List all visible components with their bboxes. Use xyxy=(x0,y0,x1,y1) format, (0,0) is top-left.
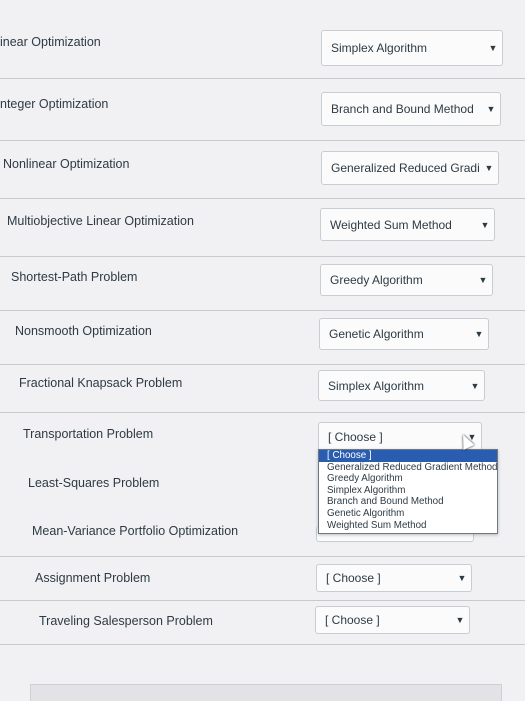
selected-value: [ Choose ] xyxy=(325,613,380,627)
prompt-label: Traveling Salesperson Problem xyxy=(39,614,213,628)
selected-value: Branch and Bound Method xyxy=(331,102,474,116)
chevron-down-icon: ▼ xyxy=(478,275,488,285)
chevron-down-icon: ▼ xyxy=(484,163,494,173)
prompt-label: inear Optimization xyxy=(0,35,101,49)
answer-select[interactable]: [ Choose ] ▼ xyxy=(315,606,470,634)
matching-question: inear Optimization Simplex Algorithm ▼ n… xyxy=(0,0,525,700)
chevron-down-icon: ▼ xyxy=(486,104,496,114)
prompt-label: Nonlinear Optimization xyxy=(3,157,130,171)
prompt-label: Least-Squares Problem xyxy=(28,476,160,490)
selected-value: [ Choose ] xyxy=(328,430,383,444)
answer-select[interactable]: Simplex Algorithm ▼ xyxy=(318,370,485,401)
match-row: nteger Optimization Branch and Bound Met… xyxy=(0,78,525,141)
chevron-down-icon: ▼ xyxy=(488,43,498,53)
prompt-label: Mean-Variance Portfolio Optimization xyxy=(32,524,239,538)
chevron-down-icon: ▼ xyxy=(457,573,467,583)
prompt-label: Transportation Problem xyxy=(23,427,154,441)
prompt-label: Shortest-Path Problem xyxy=(11,270,138,284)
prompt-label: nteger Optimization xyxy=(0,97,109,111)
bottom-panel xyxy=(30,684,502,701)
match-row: Traveling Salesperson Problem [ Choose ]… xyxy=(0,600,525,645)
prompt-label: Assignment Problem xyxy=(35,571,151,585)
dropdown-option[interactable]: Branch and Bound Method xyxy=(319,496,497,508)
match-row: Shortest-Path Problem Greedy Algorithm ▼ xyxy=(0,256,525,311)
match-row: Assignment Problem [ Choose ] ▼ xyxy=(0,556,525,601)
dropdown-option[interactable]: Generalized Reduced Gradient Method xyxy=(319,462,497,474)
match-row: Fractional Knapsack Problem Simplex Algo… xyxy=(0,364,525,413)
answer-select[interactable]: Genetic Algorithm ▼ xyxy=(319,318,489,350)
selected-value: Simplex Algorithm xyxy=(331,41,428,55)
dropdown-option[interactable]: Genetic Algorithm xyxy=(319,508,497,520)
dropdown-option[interactable]: [ Choose ] xyxy=(319,450,497,462)
answer-select[interactable]: Branch and Bound Method ▼ xyxy=(321,92,501,126)
selected-value: Genetic Algorithm xyxy=(329,327,424,341)
prompt-label: Fractional Knapsack Problem xyxy=(19,376,183,390)
chevron-down-icon: ▼ xyxy=(470,380,480,391)
selected-value: Greedy Algorithm xyxy=(330,273,423,287)
match-row: Nonlinear Optimization Generalized Reduc… xyxy=(0,140,525,199)
answer-select[interactable]: [ Choose ] ▼ xyxy=(316,564,472,592)
selected-value: Simplex Algorithm xyxy=(328,378,425,393)
chevron-down-icon: ▼ xyxy=(480,219,490,230)
prompt-label: Nonsmooth Optimization xyxy=(15,324,152,338)
chevron-down-icon: ▼ xyxy=(474,329,484,339)
answer-select[interactable]: Greedy Algorithm ▼ xyxy=(320,264,493,296)
dropdown-option[interactable]: Simplex Algorithm xyxy=(319,485,497,497)
answer-select[interactable]: Simplex Algorithm ▼ xyxy=(321,30,503,66)
answer-select[interactable]: Weighted Sum Method ▼ xyxy=(320,208,495,241)
selected-value: Weighted Sum Method xyxy=(330,217,452,232)
dropdown-list: [ Choose ] Generalized Reduced Gradient … xyxy=(318,449,498,534)
match-row: Nonsmooth Optimization Genetic Algorithm… xyxy=(0,310,525,365)
dropdown-option[interactable]: Weighted Sum Method xyxy=(319,520,497,532)
prompt-label: Multiobjective Linear Optimization xyxy=(7,214,194,228)
selected-value: [ Choose ] xyxy=(326,571,381,585)
selected-value: Generalized Reduced Gradien xyxy=(331,161,480,175)
dropdown-option[interactable]: Greedy Algorithm xyxy=(319,473,497,485)
answer-select[interactable]: Generalized Reduced Gradien ▼ xyxy=(321,151,499,185)
match-row: Multiobjective Linear Optimization Weigh… xyxy=(0,198,525,257)
match-row: inear Optimization Simplex Algorithm ▼ xyxy=(0,0,525,79)
chevron-down-icon: ▼ xyxy=(455,615,465,625)
